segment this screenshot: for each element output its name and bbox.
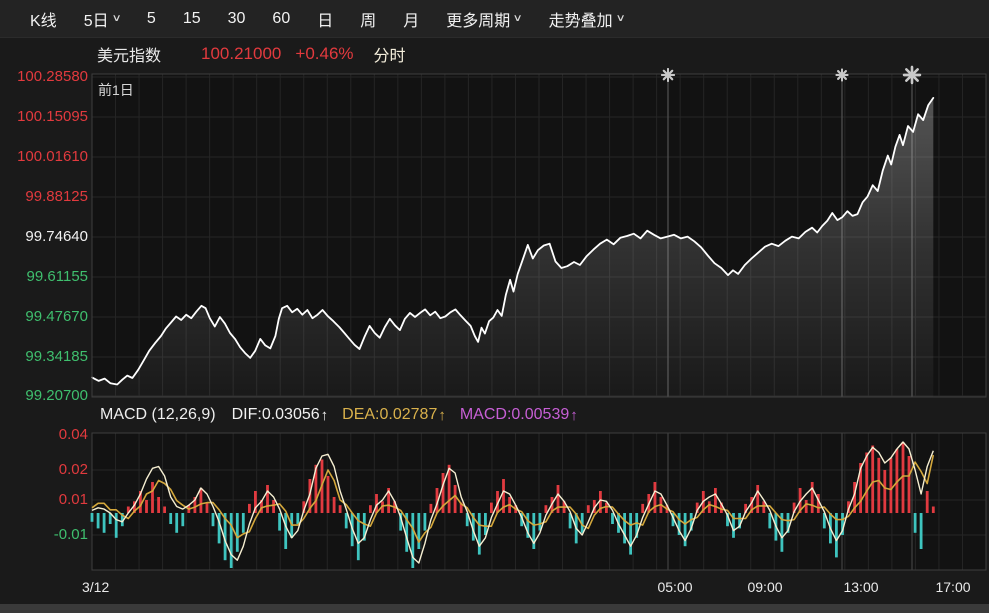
macd-hist-bar-up	[157, 497, 160, 513]
macd-hist-bar-down	[484, 513, 487, 535]
macd-hist-bar-down	[169, 513, 172, 524]
macd-hist-bar-down	[115, 513, 118, 538]
macd-hist-bar-up	[557, 485, 560, 513]
time-label: 17:00	[935, 579, 970, 595]
macd-hist-bar-up	[151, 482, 154, 513]
price-axis-label: 99.34185	[2, 349, 88, 365]
macd-hist-bar-up	[932, 507, 935, 514]
macd-hist-bar-up	[545, 505, 548, 513]
prev-day-overlay-label: 前1日	[98, 80, 134, 100]
macd-hist-bar-down	[175, 513, 178, 533]
macd-hist-bar-up	[333, 497, 336, 513]
macd-hist-bar-up	[714, 488, 717, 513]
macd-hist-bar-up	[756, 485, 759, 513]
event-marker-icon[interactable]	[662, 69, 674, 81]
macd-hist-bar-down	[236, 513, 239, 552]
macd-hist-bar-down	[629, 513, 632, 555]
time-label: 3/12	[82, 579, 109, 595]
macd-hist-bar-down	[920, 513, 923, 549]
macd-hist-bar-up	[877, 458, 880, 513]
time-label: 09:00	[747, 579, 782, 595]
dif-value: DIF:0.03056	[232, 406, 320, 424]
chart-canvas[interactable]	[0, 0, 989, 613]
macd-hist-bar-up	[163, 507, 166, 514]
macd-hist-bar-down	[230, 513, 233, 568]
macd-hist-bar-down	[242, 513, 245, 533]
macd-axis-label: -0.01	[2, 527, 88, 543]
macd-hist-bar-down	[411, 513, 414, 568]
macd-hist-bar-down	[91, 513, 94, 522]
macd-hist-bar-up	[926, 491, 929, 513]
macd-hist-bar-up	[883, 470, 886, 513]
trading-app-window: K线5日∨5153060日周月更多周期∨走势叠加∨ 美元指数 100.21000…	[0, 0, 989, 613]
macd-hist-bar-down	[417, 513, 420, 549]
macd-hist-bar-up	[641, 504, 644, 513]
macd-hist-bar-down	[278, 513, 281, 531]
event-marker-icon[interactable]	[837, 70, 848, 81]
macd-hist-bar-down	[478, 513, 481, 555]
up-arrow-icon: ↑	[438, 407, 446, 424]
price-axis-label: 100.28580	[2, 69, 88, 85]
macd-hist-bar-up	[369, 505, 372, 513]
up-arrow-icon: ↑	[570, 407, 578, 424]
price-axis-label: 100.01610	[2, 149, 88, 165]
macd-hist-bar-down	[914, 513, 917, 533]
macd-hist-bar-up	[811, 482, 814, 513]
macd-hist-bar-down	[768, 513, 771, 528]
macd-hist-bar-up	[490, 503, 493, 513]
up-arrow-icon: ↑	[321, 407, 329, 424]
macd-hist-bar-up	[587, 505, 590, 513]
macd-hist-bar-down	[181, 513, 184, 526]
macd-hist-bar-up	[339, 505, 342, 513]
price-axis-label: 100.15095	[2, 109, 88, 125]
macd-hist-bar-up	[206, 503, 209, 513]
macd-value: MACD:0.00539	[460, 406, 569, 424]
dea-value: DEA:0.02787	[342, 406, 437, 424]
macd-hist-bar-up	[605, 503, 608, 513]
macd-hist-bar-up	[266, 485, 269, 513]
macd-hist-bar-down	[97, 513, 100, 528]
macd-hist-bar-up	[272, 500, 275, 513]
macd-hist-bar-up	[454, 485, 457, 513]
price-axis-label: 99.61155	[2, 269, 88, 285]
macd-hist-bar-up	[200, 488, 203, 513]
macd-hist-bar-up	[805, 500, 808, 513]
time-label: 13:00	[843, 579, 878, 595]
macd-hist-bar-up	[908, 456, 911, 513]
price-axis-label: 99.47670	[2, 309, 88, 325]
macd-axis-label: 0.01	[2, 492, 88, 508]
macd-hist-bar-up	[890, 458, 893, 513]
macd-hist-bar-down	[103, 513, 106, 533]
macd-hist-bar-up	[430, 504, 433, 513]
macd-hist-bar-down	[212, 513, 215, 526]
price-axis-label: 99.88125	[2, 189, 88, 205]
macd-axis-label: 0.02	[2, 462, 88, 478]
price-axis-label: 99.74640	[2, 229, 88, 245]
macd-indicator-label: MACD (12,26,9)	[100, 406, 216, 424]
macd-hist-bar-up	[708, 501, 711, 513]
macd-hist-bar-down	[611, 513, 614, 524]
macd-indicator-header[interactable]: MACD (12,26,9) DIF:0.03056 ↑ DEA:0.02787…	[100, 402, 592, 428]
macd-hist-bar-up	[145, 500, 148, 513]
price-axis-label: 99.20700	[2, 388, 88, 404]
macd-hist-bar-down	[296, 513, 299, 524]
macd-axis-label: 0.04	[2, 427, 88, 443]
macd-hist-bar-up	[327, 476, 330, 513]
time-label: 05:00	[657, 579, 692, 595]
macd-hist-bar-down	[345, 513, 348, 528]
chart-scrollbar[interactable]	[0, 604, 989, 613]
macd-hist-bar-up	[865, 453, 868, 514]
macd-hist-bar-down	[424, 513, 427, 531]
macd-hist-bar-down	[623, 513, 626, 543]
event-marker-icon[interactable]	[904, 67, 920, 83]
macd-hist-bar-up	[248, 504, 251, 513]
macd-hist-bar-up	[871, 446, 874, 514]
macd-hist-bar-down	[284, 513, 287, 549]
